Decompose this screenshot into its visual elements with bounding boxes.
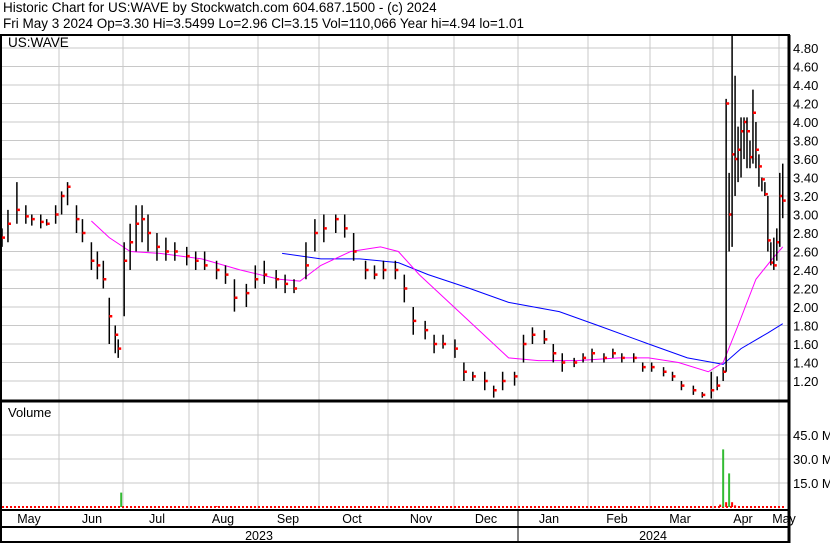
price-tick-label: 3.60: [793, 152, 818, 167]
price-tick-label: 2.20: [793, 282, 818, 297]
month-label: Sep: [277, 512, 299, 526]
price-tick-label: 4.40: [793, 78, 818, 93]
month-label: Apr: [733, 512, 752, 526]
month-label: Mar: [669, 512, 691, 526]
volume-label: Volume: [8, 405, 51, 420]
month-label: May: [17, 512, 41, 526]
month-label: Jan: [539, 512, 559, 526]
price-tick-label: 1.80: [793, 319, 818, 334]
price-tick-label: 3.80: [793, 134, 818, 149]
price-tick-label: 2.40: [793, 263, 818, 278]
month-label: Dec: [475, 512, 497, 526]
price-tick-label: 4.80: [793, 41, 818, 56]
symbol-label: US:WAVE: [8, 35, 69, 50]
volume-tick-label: 30.0 M: [793, 452, 830, 467]
month-label: May: [772, 512, 796, 526]
price-tick-label: 2.80: [793, 226, 818, 241]
price-tick-label: 4.00: [793, 115, 818, 130]
price-tick-label: 3.40: [793, 171, 818, 186]
price-tick-label: 4.60: [793, 60, 818, 75]
moving-average-short: [91, 220, 784, 373]
price-tick-label: 4.20: [793, 97, 818, 112]
price-tick-label: 1.20: [793, 374, 818, 389]
price-tick-label: 3.00: [793, 208, 818, 223]
price-tick-label: 2.00: [793, 300, 818, 315]
month-label: Jul: [149, 512, 165, 526]
price-tick-label: 2.60: [793, 245, 818, 260]
stock-chart: 1.20 1.40 1.60 1.80 2.00 2.20 2.40 2.60 2.80 3.00…: [0, 34, 830, 543]
month-label: Jun: [82, 512, 102, 526]
month-label: Aug: [212, 512, 234, 526]
year-label: 2023: [245, 529, 273, 543]
volume-tick-label: 15.0 M: [793, 476, 830, 491]
month-label: Oct: [342, 512, 362, 526]
price-tick-label: 1.40: [793, 356, 818, 371]
price-tick-label: 1.60: [793, 337, 818, 352]
volume-tick-label: 45.0 M: [793, 428, 830, 443]
price-tick-label: 3.20: [793, 189, 818, 204]
month-label: Feb: [606, 512, 628, 526]
month-label: Nov: [410, 512, 433, 526]
year-label: 2024: [639, 529, 667, 543]
